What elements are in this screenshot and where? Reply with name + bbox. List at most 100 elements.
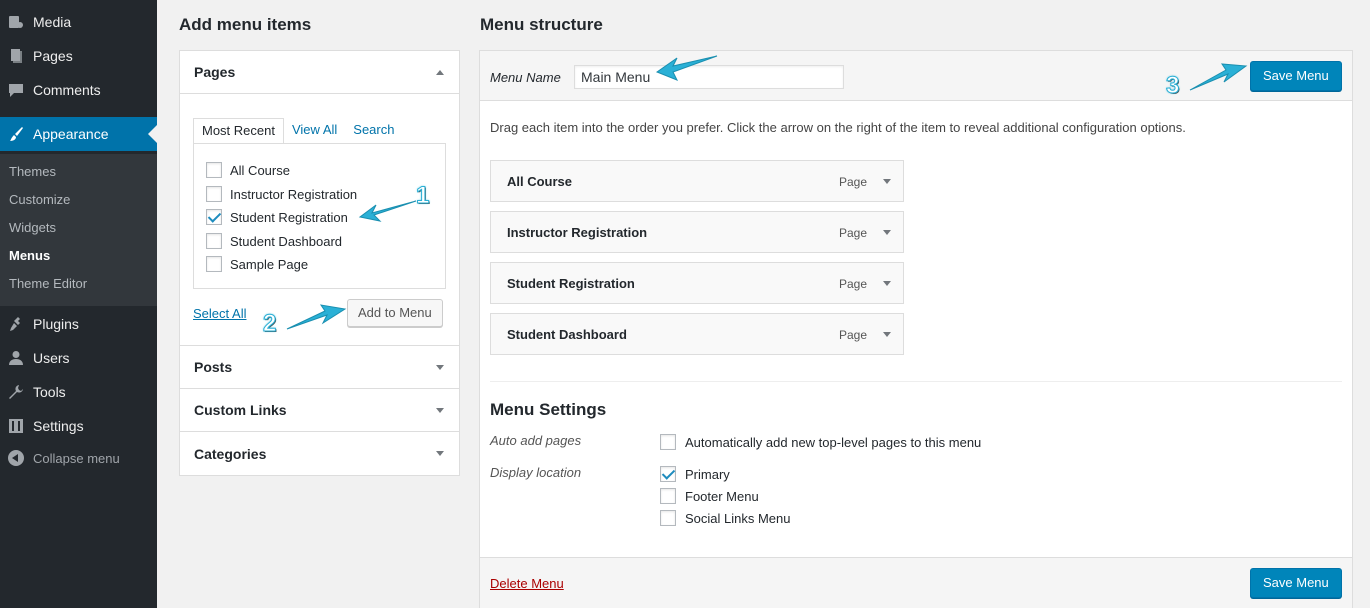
accordion-title: Categories bbox=[194, 445, 267, 462]
accordion-title: Pages bbox=[194, 64, 236, 80]
tools-icon bbox=[8, 384, 24, 400]
location-footer-menu[interactable]: Footer Menu bbox=[660, 486, 759, 506]
triangle-down-icon bbox=[436, 407, 444, 413]
expand-arrow-icon[interactable] bbox=[883, 179, 891, 184]
checkbox-checked[interactable] bbox=[660, 466, 676, 482]
checkbox-label: Social Links Menu bbox=[685, 510, 791, 526]
select-all-link[interactable]: Select All bbox=[193, 306, 246, 321]
accordion-title: Custom Links bbox=[194, 402, 287, 418]
submenu-item-theme-editor[interactable]: Theme Editor bbox=[9, 274, 87, 294]
tab-most-recent[interactable]: Most Recent bbox=[193, 118, 284, 144]
tab-view-all[interactable]: View All bbox=[284, 118, 345, 144]
page-checkbox-row[interactable]: Student Registration bbox=[206, 207, 348, 227]
checkbox[interactable] bbox=[206, 233, 222, 249]
page-checkbox-row[interactable]: Student Dashboard bbox=[206, 231, 342, 251]
pages-icon bbox=[8, 48, 24, 64]
menu-item[interactable]: Student Registration Page bbox=[490, 262, 904, 304]
save-menu-button-top[interactable]: Save Menu bbox=[1250, 61, 1342, 91]
checkbox-label: Sample Page bbox=[230, 256, 309, 272]
annotation-arrow-icon bbox=[1189, 63, 1248, 91]
checkbox-label: All Course bbox=[230, 162, 290, 178]
menu-edit-panel: Menu Name Main Menu Save Menu Drag each … bbox=[479, 50, 1353, 608]
annotation-arrow-icon bbox=[286, 304, 347, 330]
submenu-item-widgets[interactable]: Widgets bbox=[9, 218, 56, 238]
menu-item[interactable]: All Course Page bbox=[490, 160, 904, 202]
accordion-custom-links-header[interactable]: Custom Links bbox=[180, 389, 459, 432]
nav-item-label: Comments bbox=[33, 82, 101, 98]
expand-arrow-icon[interactable] bbox=[883, 281, 891, 286]
menu-name-label: Menu Name bbox=[490, 70, 561, 85]
appearance-submenu: Themes Customize Widgets Menus Theme Edi… bbox=[0, 154, 157, 306]
expand-arrow-icon[interactable] bbox=[883, 230, 891, 235]
delete-menu-link[interactable]: Delete Menu bbox=[490, 576, 564, 591]
auto-add-option[interactable]: Automatically add new top-level pages to… bbox=[660, 432, 981, 452]
nav-item-pages[interactable]: Pages bbox=[0, 39, 157, 73]
media-icon bbox=[8, 14, 24, 30]
checkbox[interactable] bbox=[206, 256, 222, 272]
add-items-accordion: Pages Most Recent View All Search All Co… bbox=[179, 50, 460, 476]
nav-item-label: Media bbox=[33, 14, 72, 30]
menu-item-title: Student Dashboard bbox=[507, 327, 627, 342]
page-checkbox-row[interactable]: Sample Page bbox=[206, 254, 308, 274]
location-primary[interactable]: Primary bbox=[660, 464, 730, 484]
admin-sidebar: Media Pages Comments Appearance Themes C… bbox=[0, 0, 157, 608]
accordion-pages-header[interactable]: Pages bbox=[180, 51, 459, 94]
divider bbox=[490, 381, 1342, 382]
menu-item-title: Instructor Registration bbox=[507, 225, 648, 240]
menu-item-type: Page bbox=[839, 226, 868, 240]
checkbox[interactable] bbox=[660, 488, 676, 504]
submenu-item-customize[interactable]: Customize bbox=[9, 190, 70, 210]
page-checkbox-row[interactable]: Instructor Registration bbox=[206, 184, 357, 204]
accordion-categories-header[interactable]: Categories bbox=[180, 432, 459, 475]
triangle-down-icon bbox=[436, 451, 444, 456]
tab-search[interactable]: Search bbox=[345, 118, 402, 144]
menu-footer: Delete Menu Save Menu bbox=[480, 557, 1352, 608]
pages-tabs: Most Recent View All Search bbox=[193, 118, 402, 144]
collapse-menu-button[interactable]: Collapse menu bbox=[0, 441, 157, 475]
menu-item[interactable]: Student Dashboard Page bbox=[490, 313, 904, 355]
step-number-1: 1 bbox=[415, 182, 430, 210]
add-menu-items-heading: Add menu items bbox=[179, 15, 312, 34]
submenu-item-themes[interactable]: Themes bbox=[9, 162, 56, 182]
checkbox-label: Automatically add new top-level pages to… bbox=[685, 434, 982, 450]
collapse-menu-label: Collapse menu bbox=[33, 450, 120, 466]
menu-item-type: Page bbox=[839, 277, 868, 291]
step-number-2: 2 bbox=[262, 310, 277, 338]
settings-icon bbox=[8, 418, 24, 434]
nav-item-comments[interactable]: Comments bbox=[0, 73, 157, 107]
triangle-up-icon bbox=[436, 69, 444, 75]
nav-item-media[interactable]: Media bbox=[0, 5, 157, 39]
nav-item-label: Tools bbox=[33, 384, 66, 400]
checkbox-label: Footer Menu bbox=[685, 488, 759, 504]
expand-arrow-icon[interactable] bbox=[883, 332, 891, 337]
menu-item[interactable]: Instructor Registration Page bbox=[490, 211, 904, 253]
add-to-menu-button[interactable]: Add to Menu bbox=[347, 299, 443, 327]
checkbox-checked[interactable] bbox=[206, 209, 222, 225]
accordion-posts-header[interactable]: Posts bbox=[180, 346, 459, 389]
checkbox[interactable] bbox=[206, 162, 222, 178]
checkbox[interactable] bbox=[206, 186, 222, 202]
nav-item-tools[interactable]: Tools bbox=[0, 375, 157, 409]
submenu-item-menus[interactable]: Menus bbox=[9, 246, 50, 266]
nav-item-label: Users bbox=[33, 350, 70, 366]
checkbox[interactable] bbox=[660, 434, 676, 450]
nav-item-label: Appearance bbox=[33, 126, 109, 142]
page-checkbox-row[interactable]: All Course bbox=[206, 160, 290, 180]
nav-item-plugins[interactable]: Plugins bbox=[0, 307, 157, 341]
menu-item-title: Student Registration bbox=[507, 276, 635, 291]
menu-settings-title: Menu Settings bbox=[490, 400, 607, 419]
menu-instructions: Drag each item into the order you prefer… bbox=[490, 120, 1186, 135]
step-number-3: 3 bbox=[1165, 72, 1180, 100]
checkbox-label: Student Dashboard bbox=[230, 233, 343, 249]
location-social-links-menu[interactable]: Social Links Menu bbox=[660, 508, 791, 528]
menu-item-title: All Course bbox=[507, 174, 573, 189]
checkbox[interactable] bbox=[660, 510, 676, 526]
plugins-icon bbox=[8, 316, 24, 332]
nav-item-settings[interactable]: Settings bbox=[0, 409, 157, 443]
nav-item-users[interactable]: Users bbox=[0, 341, 157, 375]
nav-item-appearance[interactable]: Appearance bbox=[0, 117, 157, 151]
nav-item-label: Settings bbox=[33, 418, 84, 434]
nav-item-label: Plugins bbox=[33, 316, 79, 332]
save-menu-button-bottom[interactable]: Save Menu bbox=[1250, 568, 1342, 598]
menu-structure-heading: Menu structure bbox=[480, 15, 603, 34]
